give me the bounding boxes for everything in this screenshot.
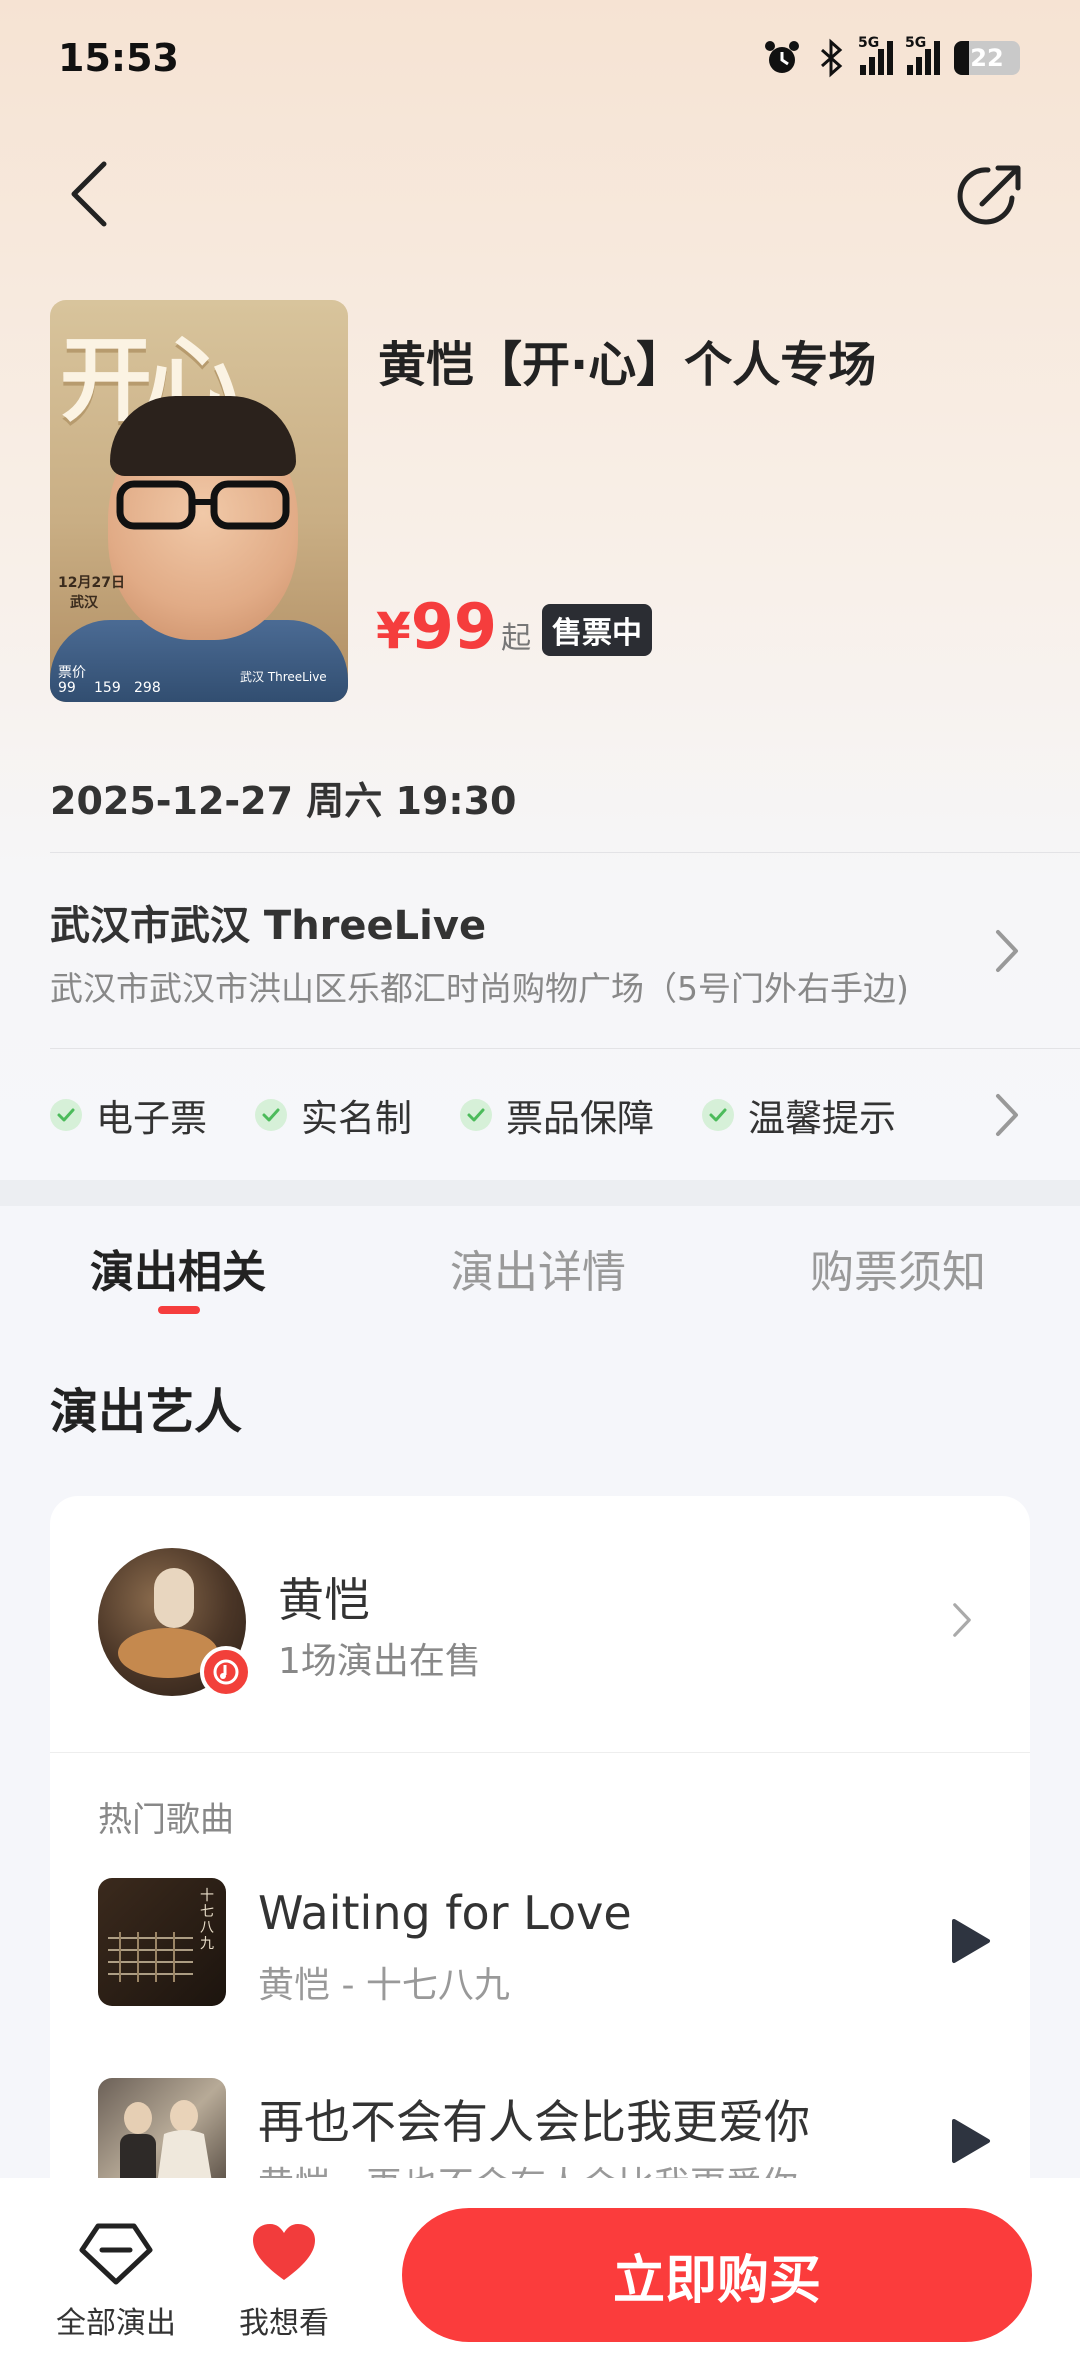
song-subtitle: 黄恺 - 十七八九: [258, 1965, 510, 2006]
all-shows-button[interactable]: 全部演出: [46, 2218, 186, 2342]
chevron-right-icon[interactable]: [992, 1090, 1022, 1140]
event-datetime: 2025-12-27 周六 19:30: [50, 779, 517, 823]
poster-hair: [110, 396, 296, 476]
music-note-icon: [200, 1646, 252, 1698]
signal-icon: 5G: [858, 35, 893, 75]
feature-guarantee: 票品保障: [460, 1088, 654, 1142]
song-title: 再也不会有人会比我更爱你: [258, 2095, 810, 2149]
check-icon: [460, 1099, 492, 1131]
status-badge: 售票中: [542, 604, 652, 656]
list-item[interactable]: 十七八九 Waiting for Love 黄恺 - 十七八九: [98, 1878, 998, 2018]
artist-name: 黄恺: [278, 1573, 370, 1627]
status-icons: 5G 5G 22: [762, 35, 1020, 80]
event-title: 黄恺【开·心】个人专场: [378, 337, 877, 393]
ticket-icon: [79, 2223, 153, 2285]
feature-real-name: 实名制: [255, 1088, 412, 1142]
tab-related[interactable]: 演出相关: [90, 1236, 266, 1300]
check-icon: [702, 1099, 734, 1131]
feature-label: 温馨提示: [748, 1097, 896, 1140]
poster-price-label: 票价: [58, 665, 86, 681]
feature-label: 电子票: [96, 1097, 207, 1140]
status-time: 15:53: [58, 36, 179, 80]
poster-price-3: 298: [134, 680, 161, 696]
poster-venue: 武汉 ThreeLive: [240, 670, 327, 684]
poster-glasses: [116, 480, 290, 530]
divider: [50, 1752, 1030, 1753]
section-separator: [0, 1180, 1080, 1206]
hot-songs-label: 热门歌曲: [98, 1800, 234, 1840]
heart-icon: [253, 2224, 315, 2280]
all-shows-label: 全部演出: [56, 2306, 176, 2341]
active-tab-indicator: [158, 1306, 200, 1314]
price-suffix: 起: [501, 621, 532, 656]
chevron-right-icon: [953, 1603, 971, 1637]
chevron-right-icon: [996, 930, 1018, 972]
play-icon[interactable]: [944, 2116, 994, 2166]
bottom-action-bar: 全部演出 我想看 立即购买: [0, 2178, 1080, 2376]
tab-details[interactable]: 演出详情: [450, 1236, 626, 1300]
feature-label: 实名制: [301, 1097, 412, 1140]
service-features[interactable]: 电子票 实名制 票品保障 温馨提示: [50, 1090, 944, 1140]
check-icon: [50, 1099, 82, 1131]
poster-price-1: 99: [58, 680, 76, 696]
signal-icon-2: 5G: [905, 35, 940, 75]
divider: [50, 852, 1080, 853]
battery-icon: 22: [954, 41, 1020, 75]
tab-purchase-notes[interactable]: 购票须知: [810, 1236, 986, 1300]
section-title: 演出艺人: [50, 1384, 243, 1440]
cover-text: 十七八九: [200, 1888, 214, 1952]
share-icon[interactable]: [952, 158, 1028, 234]
artist-subtitle: 1场演出在售: [278, 1641, 481, 1682]
poster-city: 武汉: [70, 595, 98, 611]
poster-price-2: 159: [94, 680, 121, 696]
divider: [50, 1048, 1080, 1049]
currency-symbol: ¥: [376, 602, 411, 660]
bluetooth-icon: [821, 38, 843, 78]
want-to-see-button[interactable]: 我想看: [214, 2218, 354, 2342]
want-to-see-label: 我想看: [239, 2306, 329, 2341]
back-arrow-icon[interactable]: [60, 158, 120, 230]
feature-e-ticket: 电子票: [50, 1088, 207, 1142]
feature-label: 票品保障: [506, 1097, 654, 1140]
song-cover: 十七八九: [98, 1878, 226, 2006]
tab-bar: 演出相关 演出详情 购票须知: [0, 1206, 1080, 1326]
venue-name: 武汉市武汉 ThreeLive: [50, 903, 487, 949]
venue-address: 武汉市武汉市洪山区乐都汇时尚购物广场（5号门外右手边): [50, 969, 909, 1008]
check-icon: [255, 1099, 287, 1131]
price: ¥ 99 起: [376, 590, 531, 663]
poster-date: 12月27日: [58, 575, 125, 591]
play-icon[interactable]: [944, 1916, 994, 1966]
buy-now-button[interactable]: 立即购买: [402, 2208, 1032, 2342]
alarm-icon: [765, 41, 799, 73]
feature-tips: 温馨提示: [702, 1088, 896, 1142]
status-bar: 15:53 5G 5G 22: [0, 0, 1080, 120]
song-title: Waiting for Love: [258, 1886, 632, 1940]
event-poster[interactable]: 开心 12月27日 武汉 票价 99 159 298 武汉 ThreeLive: [50, 300, 348, 702]
price-value: 99: [410, 590, 498, 663]
